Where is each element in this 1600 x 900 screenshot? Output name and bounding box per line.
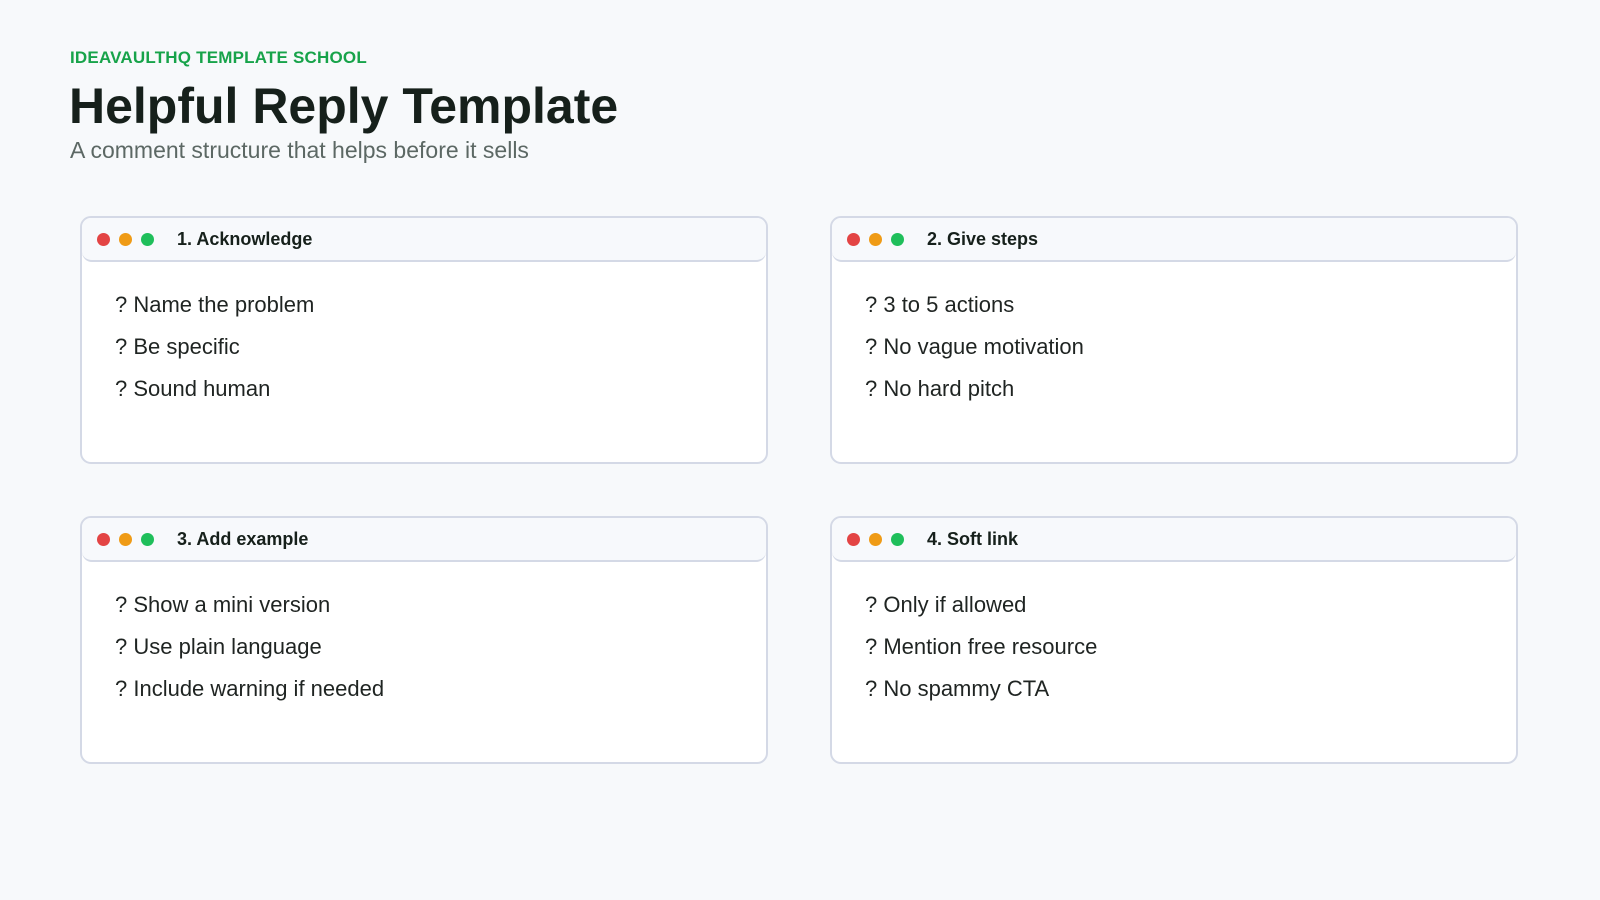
card-header: 2. Give steps [832,218,1516,262]
card-body: ? 3 to 5 actions ? No vague motivation ?… [832,262,1516,410]
step-card-soft-link: 4. Soft link ? Only if allowed ? Mention… [830,516,1518,764]
card-body: ? Only if allowed ? Mention free resourc… [832,562,1516,710]
card-item: ? Be specific [115,334,240,359]
card-item: ? No vague motivation [865,334,1084,359]
page-subtitle: A comment structure that helps before it… [70,137,529,163]
card-item: ? Sound human [115,376,271,401]
card-item: ? Show a mini version [115,592,331,617]
card-item: ? Mention free resource [865,634,1098,659]
green-dot-icon [141,532,154,546]
step-card-acknowledge: 1. Acknowledge ? Name the problem ? Be s… [80,216,768,464]
card-header: 4. Soft link [832,518,1516,562]
card-title: 1. Acknowledge [177,228,313,249]
red-dot-icon [847,532,860,546]
step-card-give-steps: 2. Give steps ? 3 to 5 actions ? No vagu… [830,216,1518,464]
card-title: 4. Soft link [927,528,1019,549]
green-dot-icon [891,532,904,546]
card-item: ? No hard pitch [865,376,1015,401]
green-dot-icon [891,232,904,246]
amber-dot-icon [119,232,132,246]
card-item: ? Name the problem [115,292,315,317]
eyebrow-label: IDEAVAULTHQ TEMPLATE SCHOOL [70,48,367,67]
card-title: 3. Add example [177,528,309,549]
step-card-add-example: 3. Add example ? Show a mini version ? U… [80,516,768,764]
amber-dot-icon [869,232,882,246]
amber-dot-icon [119,532,132,546]
red-dot-icon [97,232,110,246]
red-dot-icon [847,232,860,246]
amber-dot-icon [869,532,882,546]
card-body: ? Show a mini version ? Use plain langua… [82,562,766,710]
card-item: ? Use plain language [115,634,322,659]
green-dot-icon [141,232,154,246]
card-item: ? Only if allowed [865,592,1027,617]
card-item: ? No spammy CTA [865,676,1050,701]
card-title: 2. Give steps [927,228,1039,249]
card-item: ? 3 to 5 actions [865,292,1015,317]
card-body: ? Name the problem ? Be specific ? Sound… [82,262,766,410]
card-item: ? Include warning if needed [115,676,385,701]
card-header: 3. Add example [82,518,766,562]
red-dot-icon [97,532,110,546]
card-header: 1. Acknowledge [82,218,766,262]
page-title: Helpful Reply Template [69,78,619,134]
